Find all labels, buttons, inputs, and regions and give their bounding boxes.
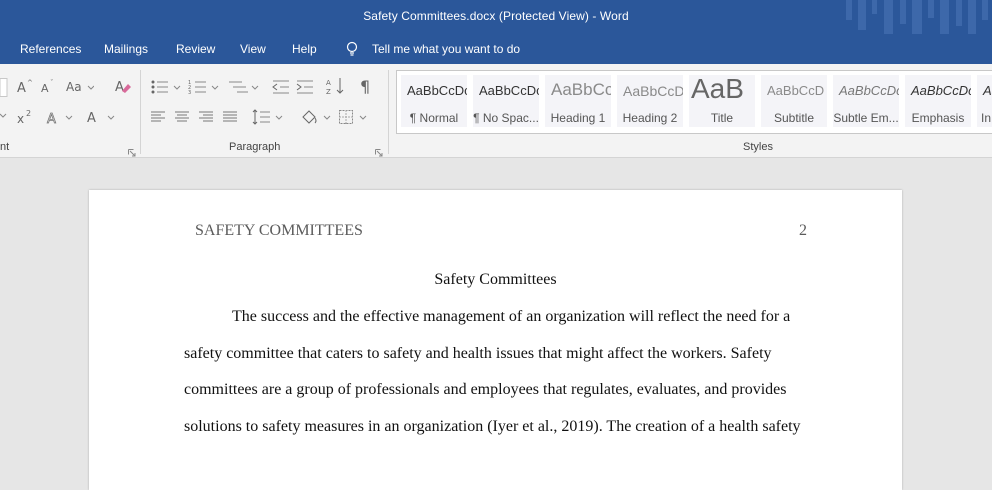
style-preview: AaBbCcDc: [839, 83, 899, 98]
svg-text:¶: ¶: [360, 77, 370, 96]
title-bar: Safety Committees.docx (Protected View) …: [0, 0, 992, 34]
justify-icon[interactable]: [222, 110, 238, 124]
style-name: Subtle Em...: [833, 111, 899, 125]
borders-icon[interactable]: [338, 108, 372, 126]
style-preview: AaBbCcDc: [407, 83, 467, 98]
svg-text:A: A: [87, 111, 96, 126]
font-dropdown-edge-icon[interactable]: [0, 110, 8, 122]
svg-text:x: x: [17, 112, 24, 126]
tab-mailings[interactable]: Mailings: [104, 42, 148, 56]
svg-text:A: A: [41, 82, 49, 95]
styles-gallery: AaBbCcDc ¶ Normal AaBbCcDc ¶ No Spac... …: [396, 70, 992, 134]
font-dialog-launcher-icon[interactable]: [128, 144, 136, 157]
lightbulb-icon: [346, 41, 358, 56]
style-heading-1[interactable]: AaBbCc Heading 1: [545, 75, 611, 127]
svg-text:Aa: Aa: [66, 80, 82, 94]
svg-text:2: 2: [26, 109, 31, 118]
grow-font-icon[interactable]: A ^: [16, 78, 34, 96]
tab-review[interactable]: Review: [176, 42, 215, 56]
svg-text:A: A: [326, 79, 331, 87]
decrease-indent-icon[interactable]: [272, 78, 290, 96]
body-line: committees are a group of professionals …: [184, 381, 787, 398]
document-title: Safety Committees: [434, 271, 557, 288]
title-bar-decoration: [846, 0, 988, 34]
style-name: ¶ Normal: [409, 111, 459, 125]
svg-text:A: A: [17, 81, 26, 96]
tab-references[interactable]: References: [20, 42, 81, 56]
increase-indent-icon[interactable]: [296, 78, 314, 96]
line-spacing-icon[interactable]: [252, 108, 286, 126]
body-line: safety committee that caters to safety a…: [184, 345, 772, 362]
tab-help[interactable]: Help: [292, 42, 317, 56]
body-line: solutions to safety measures in an organ…: [184, 418, 801, 435]
bullets-icon[interactable]: [150, 78, 184, 96]
font-size-field-edge[interactable]: [0, 78, 8, 98]
align-left-icon[interactable]: [150, 110, 166, 124]
style-name: Subtitle: [773, 111, 815, 125]
align-center-icon[interactable]: [174, 110, 190, 124]
ribbon-tabs: References Mailings Review View Help Tel…: [0, 34, 992, 64]
style-name: In: [981, 111, 992, 125]
style-preview: AaBbCc: [551, 80, 611, 99]
svg-text:ˇ: ˇ: [50, 79, 54, 87]
clear-formatting-icon[interactable]: A: [114, 77, 132, 95]
tell-me-label: Tell me what you want to do: [372, 42, 521, 56]
align-right-icon[interactable]: [198, 110, 214, 124]
text-effects-icon[interactable]: A: [46, 108, 74, 126]
svg-text:Z: Z: [326, 88, 331, 96]
style-emphasis[interactable]: AaBbCcDc Emphasis: [905, 75, 971, 127]
svg-text:^: ^: [27, 79, 33, 87]
style-preview: AaBbCcDc: [983, 83, 992, 98]
body-line: The success and the effective management…: [232, 308, 791, 325]
sort-icon[interactable]: A Z: [326, 76, 346, 96]
style-preview: AaBbCcDc: [479, 83, 539, 98]
svg-text:A: A: [47, 112, 56, 126]
font-group-label: nt: [0, 141, 10, 153]
font-color-icon[interactable]: A: [86, 108, 118, 126]
paragraph-group-label: Paragraph: [229, 141, 281, 153]
svg-text:3: 3: [188, 90, 191, 96]
style-subtitle[interactable]: AaBbCcD Subtitle: [761, 75, 827, 127]
show-formatting-marks-icon[interactable]: ¶: [360, 76, 374, 96]
style-name: ¶ No Spac...: [473, 111, 539, 125]
styles-group-label: Styles: [743, 141, 773, 153]
style-intense-emphasis[interactable]: AaBbCcDc In: [977, 75, 992, 127]
svg-text:A: A: [115, 80, 124, 95]
style-name: Emphasis: [911, 111, 965, 125]
tab-view[interactable]: View: [240, 42, 266, 56]
shrink-font-icon[interactable]: Aˇ: [40, 78, 58, 96]
style-preview: AaBbCcD: [767, 83, 825, 98]
document-page[interactable]: SAFETY COMMITTEES 2 Safety Committees Th…: [89, 190, 902, 490]
style-name: Title: [710, 111, 734, 125]
style-preview: AaBbCcDc: [911, 83, 971, 98]
style-no-spacing[interactable]: AaBbCcDc ¶ No Spac...: [473, 75, 539, 127]
group-separator: [388, 70, 389, 154]
style-subtle-emphasis[interactable]: AaBbCcDc Subtle Em...: [833, 75, 899, 127]
change-case-icon[interactable]: Aa: [66, 78, 94, 96]
style-normal[interactable]: AaBbCcDc ¶ Normal: [401, 75, 467, 127]
running-head: SAFETY COMMITTEES: [195, 222, 363, 239]
style-preview: AaBbCcD: [623, 83, 683, 99]
document-canvas[interactable]: SAFETY COMMITTEES 2 Safety Committees Th…: [0, 158, 992, 490]
shading-icon[interactable]: [300, 108, 334, 126]
style-name: Heading 2: [622, 111, 678, 125]
multilevel-list-icon[interactable]: [228, 78, 262, 96]
paragraph-dialog-launcher-icon[interactable]: [375, 144, 383, 157]
style-heading-2[interactable]: AaBbCcD Heading 2: [617, 75, 683, 127]
style-title[interactable]: AaB Title: [689, 75, 755, 127]
ribbon: A ^ Aˇ Aa A x2 A A nt 1 2 3 A Z ¶ Paragr…: [0, 64, 992, 158]
style-name: Heading 1: [550, 111, 606, 125]
page-number: 2: [799, 222, 807, 239]
numbering-icon[interactable]: 1 2 3: [188, 78, 222, 96]
group-separator: [140, 70, 141, 154]
superscript-icon[interactable]: x2: [16, 108, 36, 126]
style-preview: AaB: [691, 75, 744, 104]
